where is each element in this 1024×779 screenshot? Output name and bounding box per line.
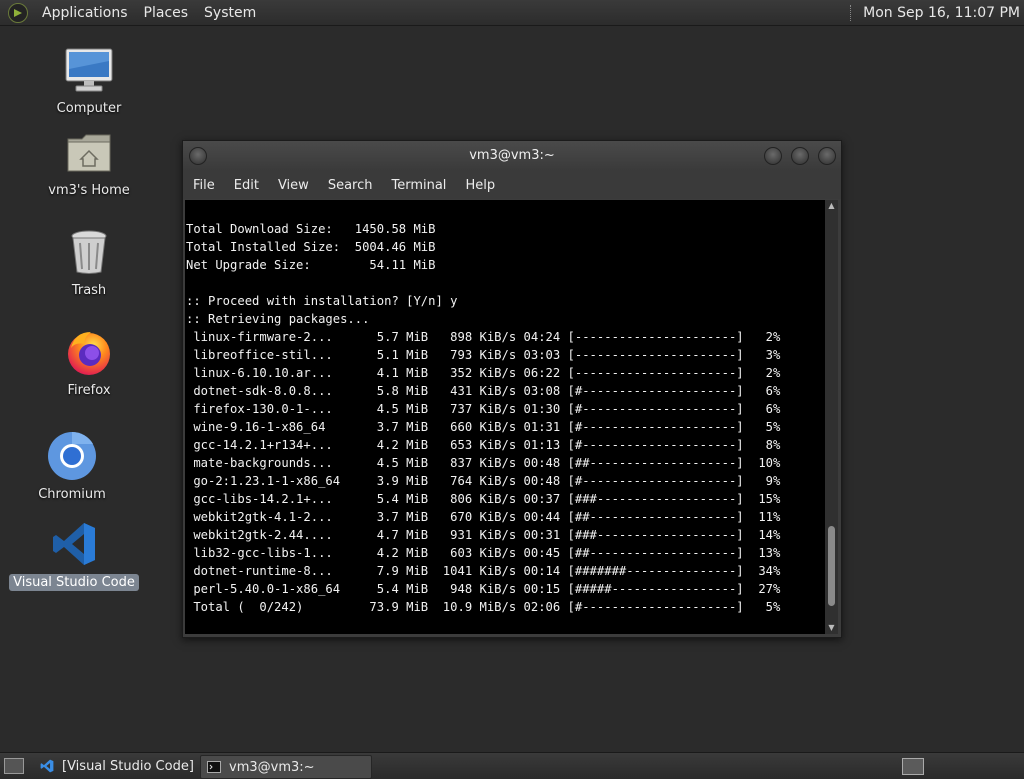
- workspace-switcher[interactable]: [902, 758, 924, 775]
- menu-terminal[interactable]: Terminal: [381, 178, 455, 193]
- desktop-icon-label: Computer: [56, 101, 122, 116]
- vscode-icon: [48, 518, 100, 570]
- scroll-down-arrow-icon[interactable]: ▼: [825, 622, 838, 634]
- desktop-icon-label: Chromium: [38, 487, 106, 502]
- task-label: [Visual Studio Code]: [62, 758, 194, 774]
- task-vscode[interactable]: [Visual Studio Code]: [34, 755, 196, 777]
- menu-search[interactable]: Search: [318, 178, 382, 193]
- desktop-icon-label: vm3's Home: [48, 183, 130, 198]
- terminal-icon: [207, 760, 221, 774]
- panel-separator: [850, 4, 853, 21]
- maximize-icon[interactable]: [791, 147, 809, 165]
- menu-edit[interactable]: Edit: [224, 178, 268, 193]
- desktop-icon-label: Visual Studio Code: [9, 574, 139, 591]
- computer-icon: [63, 44, 115, 96]
- home-folder-icon: [63, 126, 115, 178]
- minimize-icon[interactable]: [764, 147, 782, 165]
- window-title: vm3@vm3:~: [469, 148, 555, 163]
- scroll-up-arrow-icon[interactable]: ▲: [825, 200, 838, 212]
- desktop-icon-computer[interactable]: Computer: [24, 44, 154, 117]
- terminal-menu-bar: File Edit View Search Terminal Help: [183, 171, 841, 199]
- terminal-scrollbar[interactable]: ▲ ▼: [825, 200, 838, 634]
- menu-system[interactable]: System: [196, 5, 264, 21]
- menu-applications[interactable]: Applications: [34, 5, 136, 21]
- task-label: vm3@vm3:~: [229, 759, 315, 775]
- task-terminal[interactable]: vm3@vm3:~: [200, 755, 372, 779]
- chromium-icon: [46, 430, 98, 482]
- menu-view[interactable]: View: [268, 178, 318, 193]
- scroll-thumb[interactable]: [828, 525, 835, 606]
- clock[interactable]: Mon Sep 16, 11:07 PM: [863, 5, 1020, 21]
- terminal-window: vm3@vm3:~ File Edit View Search Terminal…: [182, 140, 842, 638]
- desktop-icon-label: Trash: [71, 283, 107, 298]
- bottom-panel: [Visual Studio Code] vm3@vm3:~: [0, 752, 1024, 779]
- terminal-text: Total Download Size: 1450.58 MiB Total I…: [186, 222, 781, 614]
- top-panel: Applications Places System Mon Sep 16, 1…: [0, 0, 1024, 26]
- show-desktop-icon[interactable]: [4, 758, 24, 774]
- desktop-icon-trash[interactable]: Trash: [24, 226, 154, 299]
- desktop-icon-chromium[interactable]: Chromium: [7, 430, 137, 503]
- menu-places[interactable]: Places: [136, 5, 197, 21]
- title-bar[interactable]: vm3@vm3:~: [183, 141, 841, 171]
- close-icon[interactable]: [818, 147, 836, 165]
- mate-logo-icon[interactable]: [8, 2, 28, 23]
- firefox-icon: [63, 326, 115, 378]
- terminal-output[interactable]: Total Download Size: 1450.58 MiB Total I…: [185, 200, 825, 634]
- desktop-icon-vscode[interactable]: Visual Studio Code: [9, 518, 139, 591]
- desktop-icon-label: Firefox: [67, 383, 111, 398]
- trash-icon: [63, 226, 115, 278]
- desktop-icon-firefox[interactable]: Firefox: [24, 326, 154, 399]
- desktop-icon-home[interactable]: vm3's Home: [24, 126, 154, 199]
- menu-file[interactable]: File: [183, 178, 224, 193]
- menu-help[interactable]: Help: [455, 178, 504, 193]
- vscode-icon: [40, 759, 54, 773]
